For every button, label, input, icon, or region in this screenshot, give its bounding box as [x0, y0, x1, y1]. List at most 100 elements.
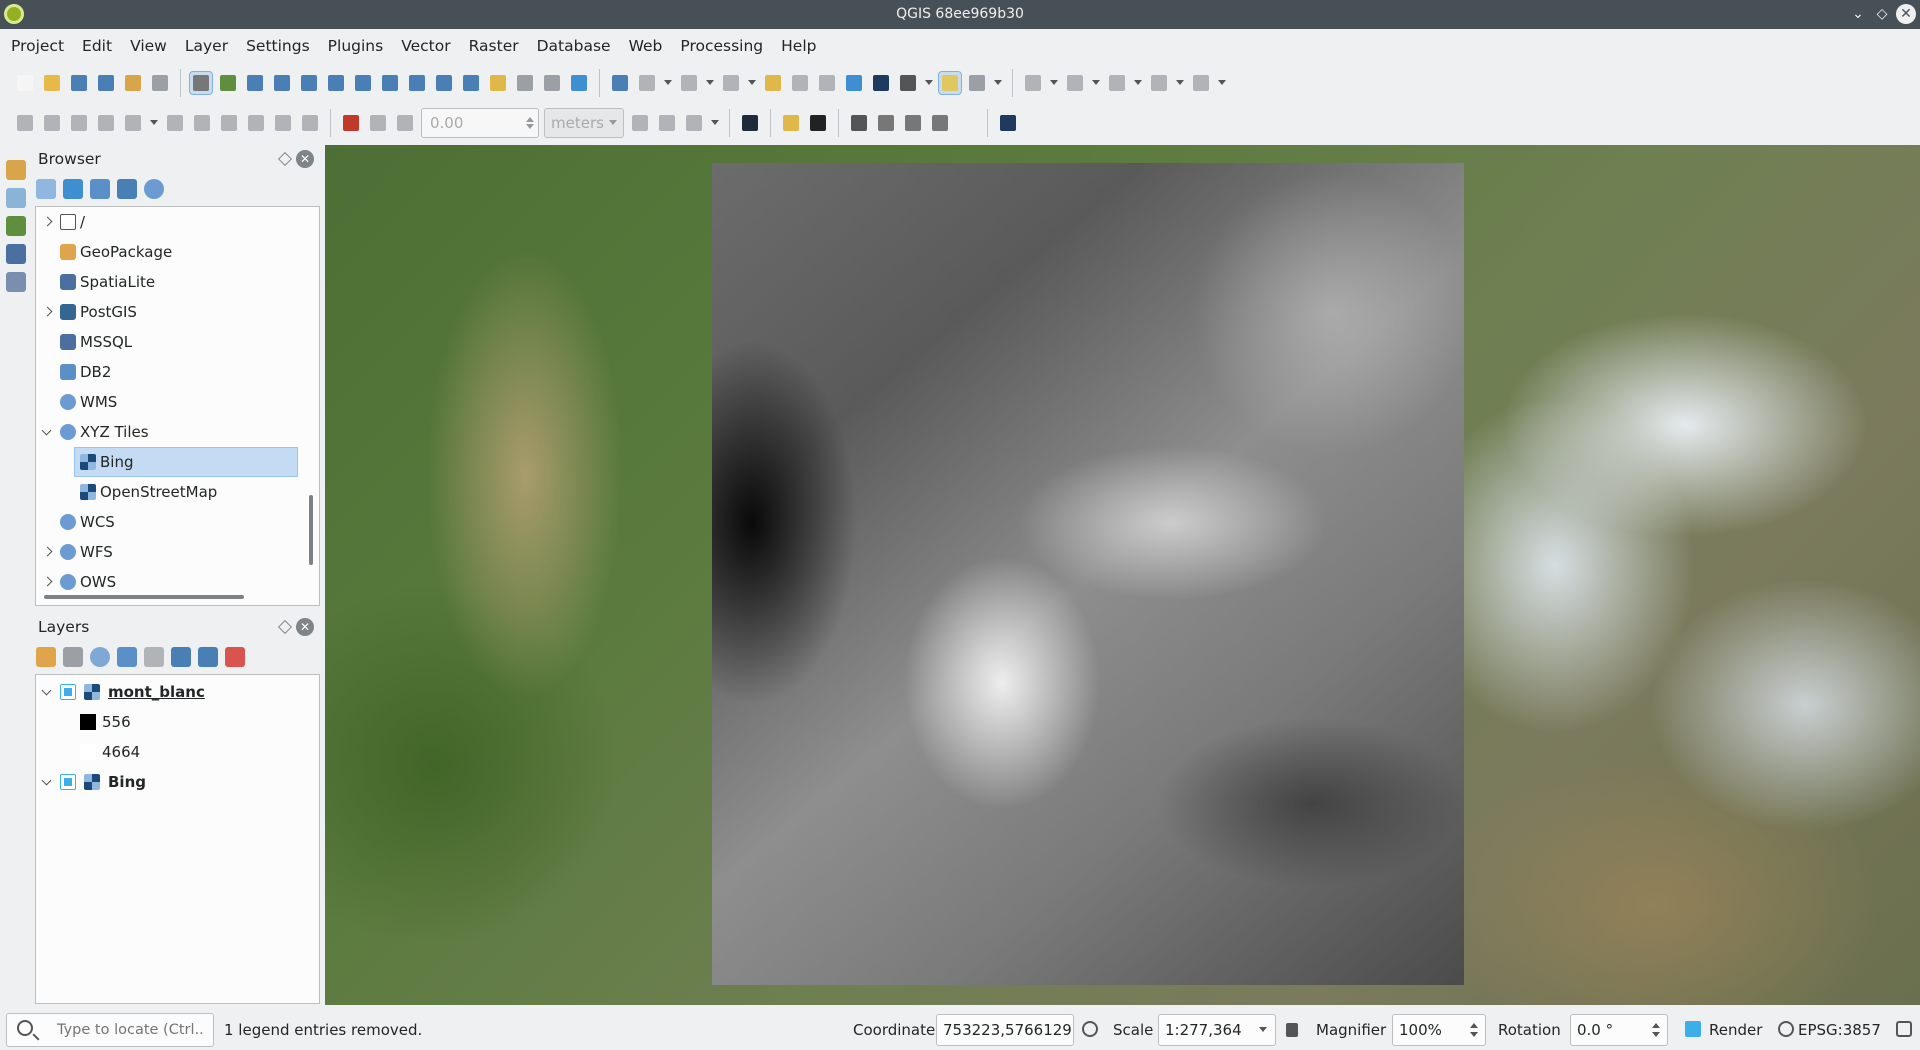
layer-row-bing[interactable]: Bing	[36, 767, 319, 797]
help-icon[interactable]	[997, 112, 1019, 134]
chevron-down-icon[interactable]	[710, 112, 720, 134]
save-edits-icon[interactable]	[68, 112, 90, 134]
browser-item-db2[interactable]: DB2	[36, 357, 319, 387]
chevron-down-icon[interactable]	[924, 72, 934, 94]
chevron-down-icon[interactable]	[149, 112, 159, 134]
spin-arrows-icon[interactable]	[526, 113, 534, 133]
coordinate-field[interactable]: 753223,5766129	[936, 1014, 1074, 1046]
filter-legend-icon[interactable]	[117, 647, 137, 667]
intersect-icon[interactable]	[683, 112, 705, 134]
filter-expression-icon[interactable]	[144, 647, 164, 667]
add-polygon-icon[interactable]	[122, 112, 144, 134]
browser-item-openstreetmap[interactable]: OpenStreetMap	[36, 477, 319, 507]
add-point-icon[interactable]	[95, 112, 117, 134]
text-annotation-icon[interactable]	[966, 72, 988, 94]
expander-open-icon[interactable]	[42, 777, 52, 787]
browser-item-bing[interactable]: Bing	[36, 447, 319, 477]
browser-item-[interactable]: /	[36, 207, 319, 237]
expander-open-icon[interactable]	[42, 427, 52, 437]
browser-item-mssql[interactable]: MSSQL	[36, 327, 319, 357]
redo-icon[interactable]	[299, 112, 321, 134]
merge-icon[interactable]	[1148, 72, 1170, 94]
expand-all-icon[interactable]	[171, 647, 191, 667]
rotation-spinbox[interactable]: 0.0 °	[1570, 1014, 1668, 1046]
chevron-down-icon[interactable]	[663, 72, 673, 94]
menu-processing[interactable]: Processing	[671, 30, 772, 62]
open-project-icon[interactable]	[41, 72, 63, 94]
render-checkbox[interactable]	[1685, 1021, 1701, 1037]
menu-web[interactable]: Web	[620, 30, 672, 62]
zoom-rubberband-icon[interactable]	[298, 72, 320, 94]
map-canvas[interactable]	[325, 145, 1920, 1005]
snap-tool-icon[interactable]	[629, 112, 651, 134]
vertex-tool-icon[interactable]	[1106, 72, 1128, 94]
offset-icon[interactable]	[1190, 72, 1212, 94]
crs-button[interactable]: EPSG:3857	[1798, 1010, 1881, 1050]
tracing-icon[interactable]	[394, 112, 416, 134]
menu-plugins[interactable]: Plugins	[319, 30, 393, 62]
locator-bar[interactable]	[6, 1013, 214, 1047]
zoom-next-icon[interactable]	[460, 72, 482, 94]
identify-icon[interactable]	[609, 72, 631, 94]
new-layer-icon[interactable]	[1022, 72, 1044, 94]
menu-database[interactable]: Database	[528, 30, 620, 62]
collapse-all-icon[interactable]	[117, 179, 137, 199]
locator-input[interactable]	[55, 1018, 205, 1042]
browser-item-geopackage[interactable]: GeoPackage	[36, 237, 319, 267]
toolbox-icon[interactable]	[843, 72, 865, 94]
map-tips-icon[interactable]	[938, 71, 962, 95]
field-calculator-icon[interactable]	[816, 72, 838, 94]
add-shape-icon[interactable]	[1064, 72, 1086, 94]
zoom-full-icon[interactable]	[325, 72, 347, 94]
menu-help[interactable]: Help	[772, 30, 825, 62]
select-by-value-icon[interactable]	[762, 72, 784, 94]
copy-icon[interactable]	[218, 112, 240, 134]
add-virtual-layer-icon[interactable]	[6, 216, 26, 236]
maximize-icon[interactable]: ◇	[1872, 4, 1892, 24]
digitize-with-curve-icon[interactable]	[340, 112, 362, 134]
edit-pencil-icon[interactable]	[14, 112, 36, 134]
browser-item-wms[interactable]: WMS	[36, 387, 319, 417]
zoom-last-icon[interactable]	[433, 72, 455, 94]
lock-scale-icon[interactable]	[1286, 1023, 1298, 1037]
chevron-down-icon[interactable]	[993, 72, 1003, 94]
layer-row-mont-blanc[interactable]: mont_blanc	[36, 677, 319, 707]
menu-edit[interactable]: Edit	[73, 30, 121, 62]
add-group-icon[interactable]	[63, 647, 83, 667]
add-spatialite-icon[interactable]	[6, 244, 26, 264]
refresh-icon[interactable]	[63, 179, 83, 199]
zoom-selection-icon[interactable]	[352, 72, 374, 94]
browser-vertical-scrollbar[interactable]	[309, 495, 313, 565]
minimize-icon[interactable]: ⌄	[1848, 4, 1868, 24]
layers-tree[interactable]: mont_blanc 556 4664 Bing	[35, 674, 320, 1004]
debug-icon[interactable]	[807, 112, 829, 134]
menu-vector[interactable]: Vector	[392, 30, 459, 62]
zoom-layer-icon[interactable]	[379, 72, 401, 94]
browser-item-wcs[interactable]: WCS	[36, 507, 319, 537]
browser-item-postgis[interactable]: PostGIS	[36, 297, 319, 327]
browser-horizontal-scrollbar[interactable]	[44, 595, 244, 599]
more-chevron-icon[interactable]	[956, 112, 978, 134]
menu-raster[interactable]: Raster	[460, 30, 528, 62]
layout-manager-icon[interactable]	[149, 72, 171, 94]
delete-icon[interactable]	[164, 112, 186, 134]
collapse-all-icon[interactable]	[198, 647, 218, 667]
close-panel-icon[interactable]: ✕	[296, 618, 314, 636]
toggle-extents-icon[interactable]	[1082, 1021, 1098, 1037]
expander-closed-icon[interactable]	[42, 217, 52, 227]
add-selected-layers-icon[interactable]	[36, 179, 56, 199]
units-combo[interactable]: meters	[544, 108, 624, 138]
close-snap-icon[interactable]	[656, 112, 678, 134]
measure-icon[interactable]	[897, 72, 919, 94]
info-icon[interactable]	[144, 179, 164, 199]
add-wms-icon[interactable]	[6, 272, 26, 292]
menu-layer[interactable]: Layer	[176, 30, 237, 62]
new-bookmark-icon[interactable]	[487, 72, 509, 94]
style-manager-icon[interactable]	[36, 647, 56, 667]
zoom-in-icon[interactable]	[244, 72, 266, 94]
show-bookmarks-icon[interactable]	[514, 72, 536, 94]
paste-icon[interactable]	[245, 112, 267, 134]
chevron-down-icon[interactable]	[705, 72, 715, 94]
add-raster-layer-icon[interactable]	[6, 188, 26, 208]
pan-icon[interactable]	[189, 71, 213, 95]
